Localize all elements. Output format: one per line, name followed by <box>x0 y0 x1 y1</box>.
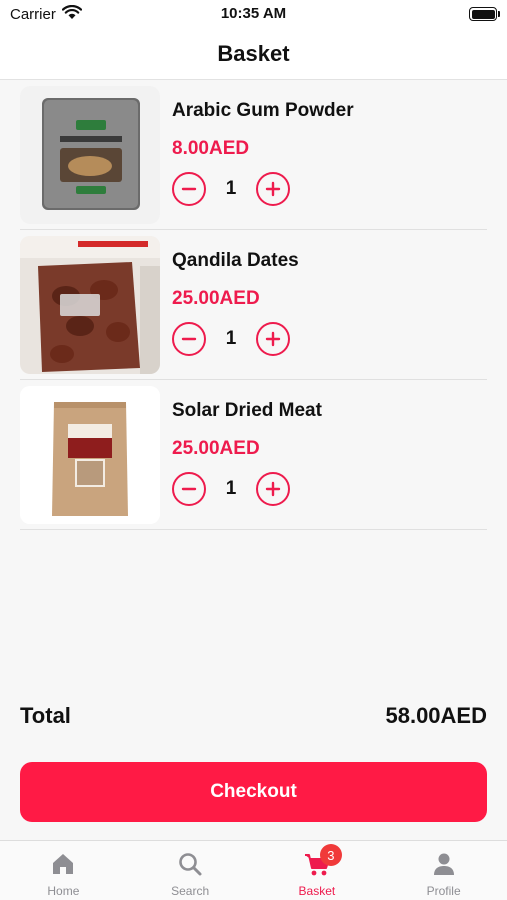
quantity-stepper: 1 <box>172 471 322 506</box>
minus-icon <box>181 337 197 340</box>
home-icon <box>49 850 77 878</box>
product-name: Qandila Dates <box>172 249 299 271</box>
plus-icon <box>265 181 281 196</box>
product-image <box>20 85 160 224</box>
tab-label: Profile <box>426 884 461 898</box>
product-image <box>20 385 160 524</box>
checkout-button[interactable]: Checkout <box>20 762 487 822</box>
cart-count-badge: 3 <box>319 844 342 866</box>
minus-icon <box>181 487 197 490</box>
tab-home[interactable]: Home <box>0 841 127 900</box>
increase-quantity-button[interactable] <box>256 321 290 356</box>
tab-bar: Home Search 3 Basket Profile <box>0 840 507 900</box>
battery-icon <box>469 7 500 21</box>
product-price: 25.00AED <box>172 287 260 309</box>
total-row: Total 58.00AED <box>20 703 487 729</box>
tab-label: Basket <box>298 884 336 898</box>
item-info: Qandila Dates 25.00AED 1 <box>172 236 299 374</box>
wifi-icon <box>61 4 82 24</box>
decrease-quantity-button[interactable] <box>172 321 206 356</box>
plus-icon <box>265 331 281 346</box>
status-left: Carrier <box>10 4 82 24</box>
status-bar: Carrier 10:35 AM <box>0 0 507 28</box>
carrier-label: Carrier <box>10 5 56 23</box>
basket-list: Arabic Gum Powder 8.00AED 1 Qandila Date… <box>20 80 487 530</box>
decrease-quantity-button[interactable] <box>172 171 206 206</box>
nav-bar: Basket <box>0 28 507 80</box>
profile-icon <box>430 850 458 878</box>
basket-item: Solar Dried Meat 25.00AED 1 <box>20 380 487 530</box>
page-title: Basket <box>217 40 290 66</box>
tab-search[interactable]: Search <box>127 841 254 900</box>
plus-icon <box>265 481 281 496</box>
quantity-value: 1 <box>225 177 237 199</box>
product-name: Arabic Gum Powder <box>172 99 354 121</box>
product-image <box>20 235 160 374</box>
product-price: 8.00AED <box>172 137 250 159</box>
decrease-quantity-button[interactable] <box>172 471 206 506</box>
cart-icon: 3 <box>303 844 342 878</box>
total-label: Total <box>20 703 71 728</box>
tab-label: Search <box>171 884 210 898</box>
quantity-stepper: 1 <box>172 321 299 356</box>
basket-item: Arabic Gum Powder 8.00AED 1 <box>20 80 487 230</box>
minus-icon <box>181 187 197 190</box>
tab-profile[interactable]: Profile <box>380 841 507 900</box>
quantity-stepper: 1 <box>172 171 354 206</box>
increase-quantity-button[interactable] <box>256 171 290 206</box>
product-name: Solar Dried Meat <box>172 399 322 421</box>
tab-label: Home <box>47 884 80 898</box>
item-info: Arabic Gum Powder 8.00AED 1 <box>172 86 354 224</box>
total-value: 58.00AED <box>385 703 487 728</box>
item-info: Solar Dried Meat 25.00AED 1 <box>172 386 322 524</box>
product-price: 25.00AED <box>172 437 260 459</box>
quantity-value: 1 <box>225 327 237 349</box>
search-icon <box>176 850 204 878</box>
quantity-value: 1 <box>225 477 237 499</box>
increase-quantity-button[interactable] <box>256 471 290 506</box>
tab-basket[interactable]: 3 Basket <box>254 841 381 900</box>
basket-item: Qandila Dates 25.00AED 1 <box>20 230 487 380</box>
